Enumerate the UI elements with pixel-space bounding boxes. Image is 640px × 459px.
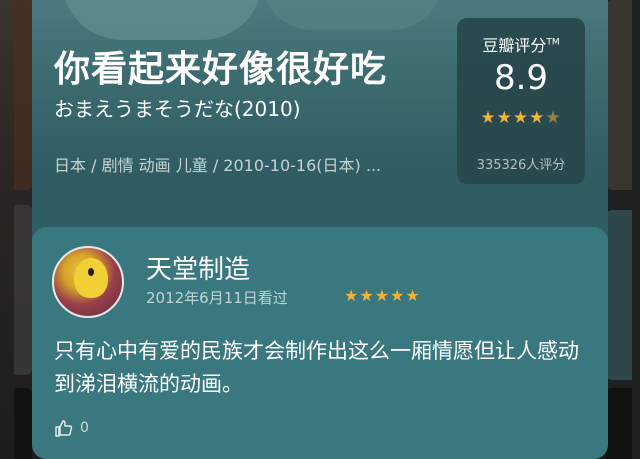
peek-strip: [606, 0, 632, 190]
movie-original-title: おまえうまそうだな(2010): [54, 97, 301, 121]
rating-count: 335326人评分: [476, 158, 566, 173]
star-icon: ★: [480, 108, 497, 128]
thumbs-up-icon: [54, 418, 74, 438]
rating-stars: ★★★★★: [457, 108, 585, 128]
rating-source: 豆瓣评分TM: [457, 32, 585, 56]
peek-strip: [606, 388, 632, 459]
star-icon: ★: [496, 108, 513, 128]
rating-score: 8.9: [493, 58, 549, 98]
peek-strip: [14, 205, 32, 375]
movie-meta: 日本 / 剧情 动画 儿童 / 2010-10-16(日本) ...: [54, 156, 382, 175]
poster-shape: [262, 0, 442, 30]
rating-source-label: 豆瓣评分: [482, 36, 547, 55]
next-card-peek[interactable]: [606, 0, 640, 459]
like-button[interactable]: 0: [54, 417, 89, 439]
review-card: 天堂制造 2012年6月11日看过 ★★★★★ 只有心中有爱的民族才会制作出这么…: [32, 227, 608, 459]
movie-title: 你看起来好像很好吃: [54, 49, 388, 90]
trademark-mark: TM: [546, 37, 560, 48]
previous-card-peek[interactable]: [0, 0, 32, 459]
star-icon: ★: [512, 108, 530, 128]
user-avatar[interactable]: [52, 246, 124, 318]
peek-strip: [606, 210, 632, 380]
douban-rating-box: 豆瓣评分TM 8.9 ★★★★★ 335326人评分: [457, 18, 585, 184]
half-star-icon: ★: [545, 108, 562, 128]
movie-share-card: 你看起来好像很好吃 おまえうまそうだな(2010) 日本 / 剧情 动画 儿童 …: [32, 0, 608, 459]
poster-shape: [62, 0, 262, 40]
review-text: 只有心中有爱的民族才会制作出这么一厢情愿但让人感动到涕泪横流的动画。: [54, 339, 579, 396]
avatar-eye: [88, 268, 94, 276]
review-stars: ★★★★★: [344, 286, 421, 305]
review-date: 2012年6月11日看过: [146, 289, 288, 307]
review-user-name[interactable]: 天堂制造: [146, 249, 250, 286]
avatar-bird: [74, 258, 108, 298]
star-icon: ★: [529, 108, 546, 128]
peek-strip: [14, 388, 32, 459]
peek-strip: [14, 0, 32, 190]
like-count: 0: [80, 420, 89, 436]
